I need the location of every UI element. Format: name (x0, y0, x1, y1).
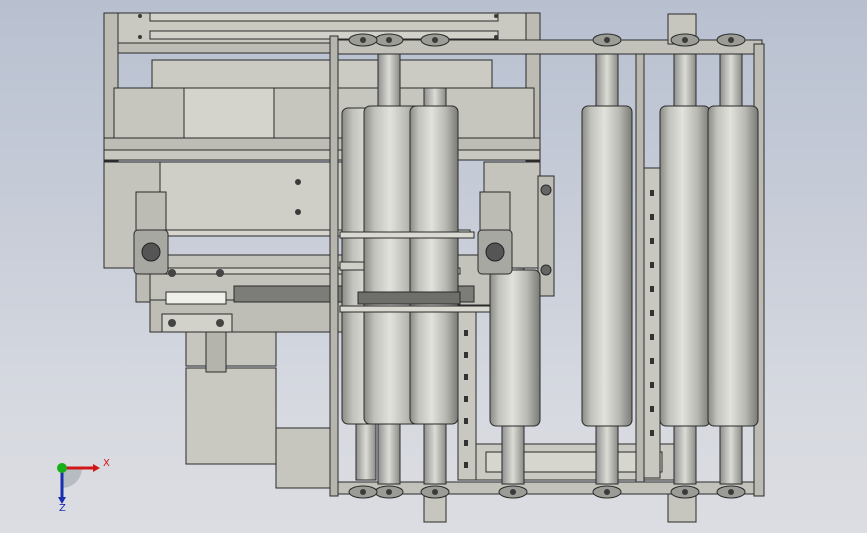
axis-z-label: Z (59, 503, 66, 514)
orientation-triad[interactable] (48, 452, 108, 512)
triad-y-axis (57, 463, 67, 473)
cad-model-view[interactable] (0, 0, 867, 533)
triad-x-arrow (93, 464, 100, 472)
graphics-viewport[interactable]: X Z (0, 0, 867, 533)
axis-x-label: X (103, 458, 110, 469)
